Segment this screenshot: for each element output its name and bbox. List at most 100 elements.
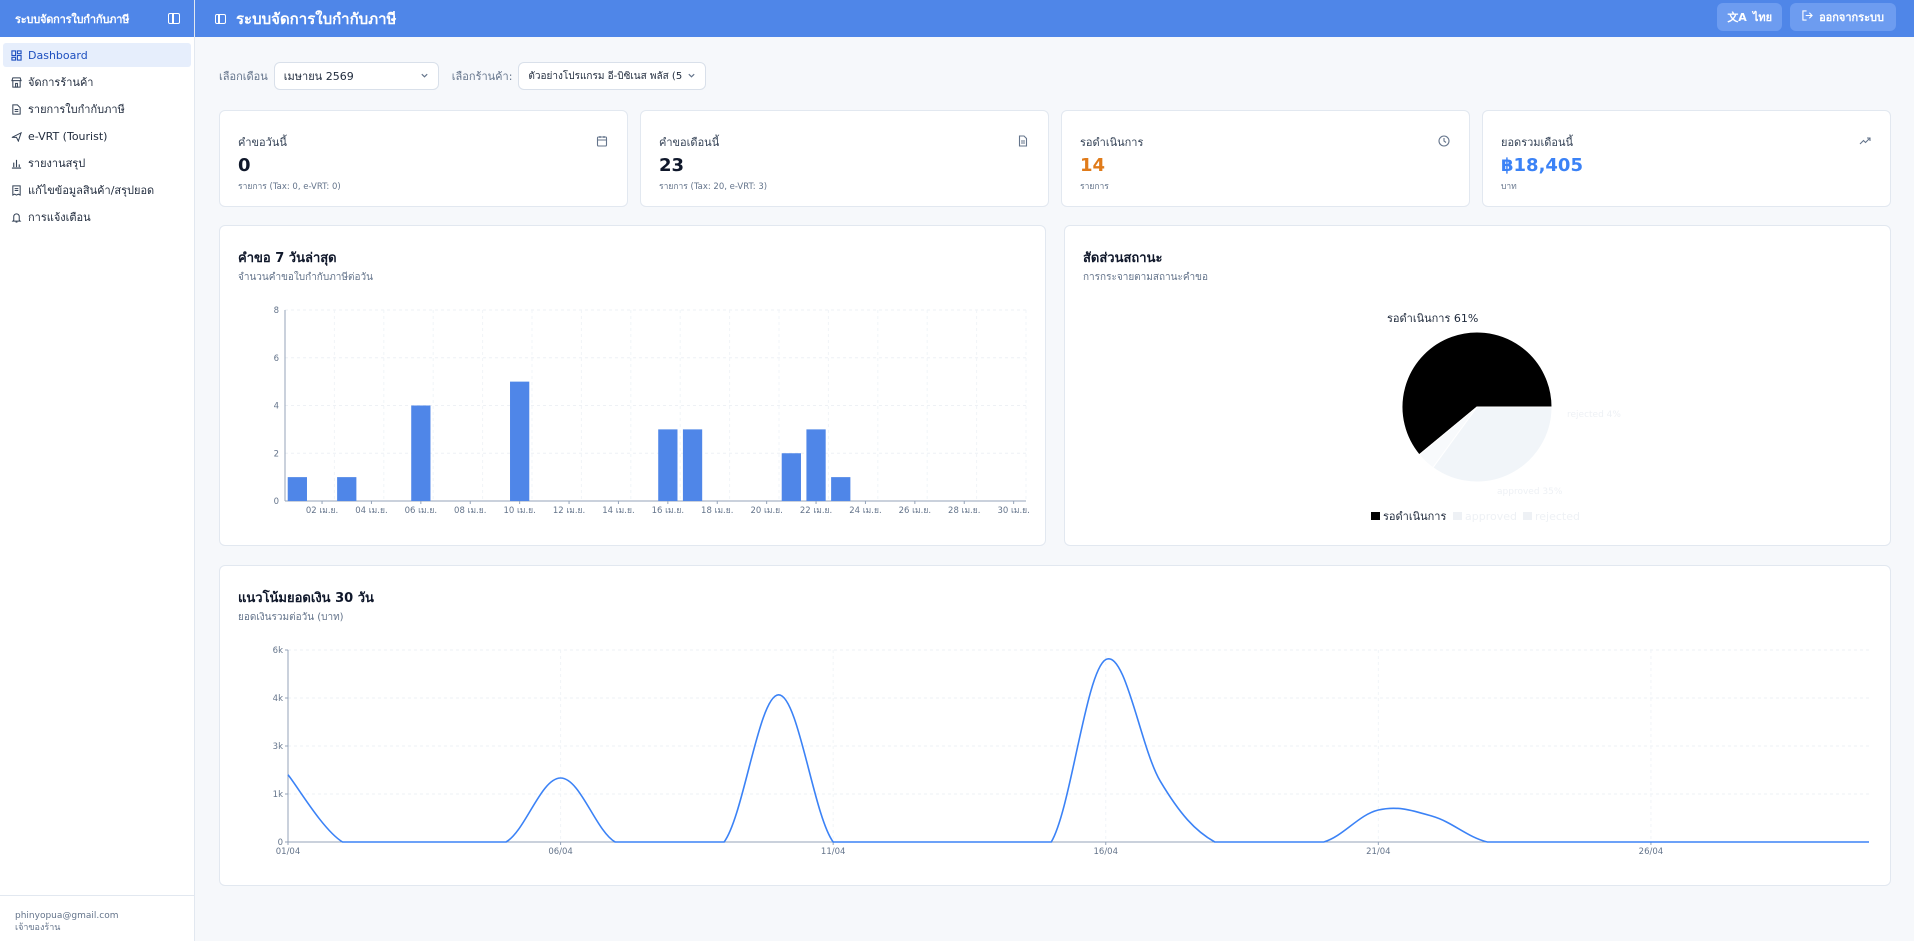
store-select[interactable]: ตัวอย่างโปรแกรม อี-บิซิเนส พลัส (5) — [518, 62, 707, 90]
x-tick-label: 02 เม.ย. — [306, 506, 338, 516]
y-tick-label: 4 — [274, 402, 279, 412]
legend-swatch — [1371, 512, 1380, 520]
bar — [806, 429, 826, 501]
sidebar-item-edit-products[interactable]: แก้ไขข้อมูลสินค้า/สรุปยอด — [3, 178, 191, 202]
chevron-down-icon — [687, 70, 696, 83]
y-tick-label: 2 — [274, 449, 279, 459]
x-tick-label: 24 เม.ย. — [849, 506, 881, 516]
x-tick-label: 06/04 — [548, 847, 573, 857]
x-tick-label: 14 เม.ย. — [602, 506, 634, 516]
y-tick-label: 3k — [273, 742, 283, 752]
sidebar-item-label: รายงานสรุป — [28, 157, 86, 170]
bar — [658, 429, 678, 501]
sidebar-item-label: จัดการร้านค้า — [28, 76, 94, 89]
stat-value: 0 — [238, 155, 251, 176]
legend-swatch — [1523, 512, 1532, 520]
sidebar-item-notifications[interactable]: การแจ้งเตือน — [3, 205, 191, 229]
x-tick-label: 16/04 — [1094, 847, 1119, 857]
x-tick-label: 12 เม.ย. — [553, 506, 585, 516]
sidebar-title: ระบบจัดการใบกำกับภาษี — [15, 12, 130, 26]
stat-sub: รายการ (Tax: 20, e-VRT: 3) — [659, 182, 768, 192]
filter-bar: เลือกเดือน เมษายน 2569 เลือกร้านค้า: ตัว… — [219, 62, 707, 90]
stat-sub: รายการ — [1080, 182, 1109, 192]
bell-icon — [10, 211, 22, 223]
stat-label: รอดำเนินการ — [1080, 136, 1144, 149]
x-tick-label: 26 เม.ย. — [899, 506, 931, 516]
sidebar-item-label: รายการใบกำกับภาษี — [28, 103, 125, 116]
month-select[interactable]: เมษายน 2569 — [273, 62, 439, 90]
line-series — [287, 658, 1869, 843]
calendar-icon — [596, 135, 609, 148]
top-bar: ระบบจัดการใบกำกับภาษี 文A ไทย ออกจากระบบ — [195, 0, 1914, 37]
sidebar-user[interactable]: phinyopua@gmail.com เจ้าของร้าน — [0, 895, 194, 941]
sidebar-item-dashboard[interactable]: Dashboard — [3, 43, 191, 67]
translate-icon: 文A — [1727, 11, 1747, 24]
pie-label: approved 35% — [1497, 487, 1563, 497]
x-tick-label: 16 เม.ย. — [652, 506, 684, 516]
line-chart-panel: แนวโน้มยอดเงิน 30 วัน ยอดเงินรวมต่อวัน (… — [219, 565, 1891, 886]
legend-swatch — [1453, 512, 1462, 520]
y-tick-label: 6k — [273, 646, 283, 656]
bar — [831, 477, 851, 501]
x-tick-label: 04 เม.ย. — [355, 506, 387, 516]
pie-chart: รอดำเนินการ 61% rejected 4% approved 35% รอ… — [1371, 312, 1621, 523]
sidebar-item-label: การแจ้งเตือน — [28, 211, 91, 224]
document-icon — [10, 103, 22, 115]
language-button[interactable]: 文A ไทย — [1717, 3, 1783, 31]
legend-label: รอดำเนินการ — [1383, 510, 1446, 523]
bar — [510, 381, 530, 501]
stat-label: ยอดรวมเดือนนี้ — [1501, 136, 1574, 149]
plane-icon — [10, 130, 22, 142]
language-label: ไทย — [1752, 11, 1773, 24]
page-title: ระบบจัดการใบกำกับภาษี — [236, 9, 397, 28]
logout-button[interactable]: ออกจากระบบ — [1790, 3, 1896, 31]
x-tick-label: 26/04 — [1639, 847, 1664, 857]
sidebar-item-reports[interactable]: รายงานสรุป — [3, 151, 191, 175]
x-tick-label: 08 เม.ย. — [454, 506, 486, 516]
pie-label: rejected 4% — [1567, 410, 1621, 420]
x-tick-label: 20 เม.ย. — [750, 506, 782, 516]
bar — [781, 453, 801, 501]
stat-sub: รายการ (Tax: 0, e-VRT: 0) — [238, 182, 341, 192]
stat-card-total: ยอดรวมเดือนนี้ ฿18,405 บาท — [1482, 110, 1891, 207]
pie-chart-panel: สัดส่วนสถานะ การกระจายตามสถานะคำขอ รอดำเ… — [1064, 225, 1891, 546]
store-filter-label: เลือกร้านค้า: — [451, 70, 513, 83]
clock-icon — [1438, 135, 1451, 148]
chevron-down-icon — [420, 70, 429, 83]
stat-value: 14 — [1080, 155, 1106, 176]
month-select-value: เมษายน 2569 — [283, 70, 354, 83]
sidebar-toggle-icon[interactable] — [168, 13, 180, 24]
sidebar-item-stores[interactable]: จัดการร้านค้า — [3, 70, 191, 94]
stat-value: ฿18,405 — [1501, 155, 1583, 176]
stat-card-month: คำขอเดือนนี้ 23 รายการ (Tax: 20, e-VRT: … — [640, 110, 1049, 207]
bar-chart-icon — [10, 157, 22, 169]
x-tick-label: 01/04 — [276, 847, 301, 857]
sidebar: ระบบจัดการใบกำกับภาษี Dashboard จัดการร้… — [0, 0, 195, 941]
y-tick-label: 0 — [274, 497, 279, 507]
bar — [411, 405, 431, 501]
bar-chart: 0 2 4 6 8 02 เม.ย. 04 เม.ย. 06 เม.ย. 08 เม.ย. 10 … — [274, 306, 1030, 516]
logout-icon — [1802, 10, 1813, 24]
sidebar-item-evrt[interactable]: e-VRT (Tourist) — [3, 124, 191, 148]
y-tick-label: 1k — [273, 790, 283, 800]
sidebar-header: ระบบจัดการใบกำกับภาษี — [0, 0, 194, 37]
panel-toggle-icon[interactable] — [215, 13, 226, 24]
sidebar-item-label: Dashboard — [28, 48, 88, 62]
stat-card-pending: รอดำเนินการ 14 รายการ — [1061, 110, 1470, 207]
stat-sub: บาท — [1501, 182, 1517, 192]
line-chart: 01k3k4k6k01/04 06/04 11/04 16/04 21/04 26/04 — [273, 646, 1869, 857]
store-select-value: ตัวอย่างโปรแกรม อี-บิซิเนส พลัส (5) — [528, 70, 684, 82]
bar — [682, 429, 703, 501]
bar — [337, 477, 357, 501]
sidebar-item-invoices[interactable]: รายการใบกำกับภาษี — [3, 97, 191, 121]
file-icon — [1017, 135, 1030, 148]
sidebar-item-label: แก้ไขข้อมูลสินค้า/สรุปยอด — [28, 184, 155, 197]
bar-chart-panel: คำขอ 7 วันล่าสุด จำนวนคำขอใบกำกับภาษีต่อ… — [219, 225, 1046, 546]
y-tick-label: 4k — [273, 694, 283, 704]
legend-label: rejected — [1535, 510, 1580, 523]
trending-up-icon — [1859, 135, 1872, 148]
pie-label: รอดำเนินการ 61% — [1387, 312, 1478, 325]
stat-card-today: คำขอวันนี้ 0 รายการ (Tax: 0, e-VRT: 0) — [219, 110, 628, 207]
x-tick-label: 22 เม.ย. — [800, 506, 832, 516]
x-tick-label: 30 เม.ย. — [997, 506, 1029, 516]
